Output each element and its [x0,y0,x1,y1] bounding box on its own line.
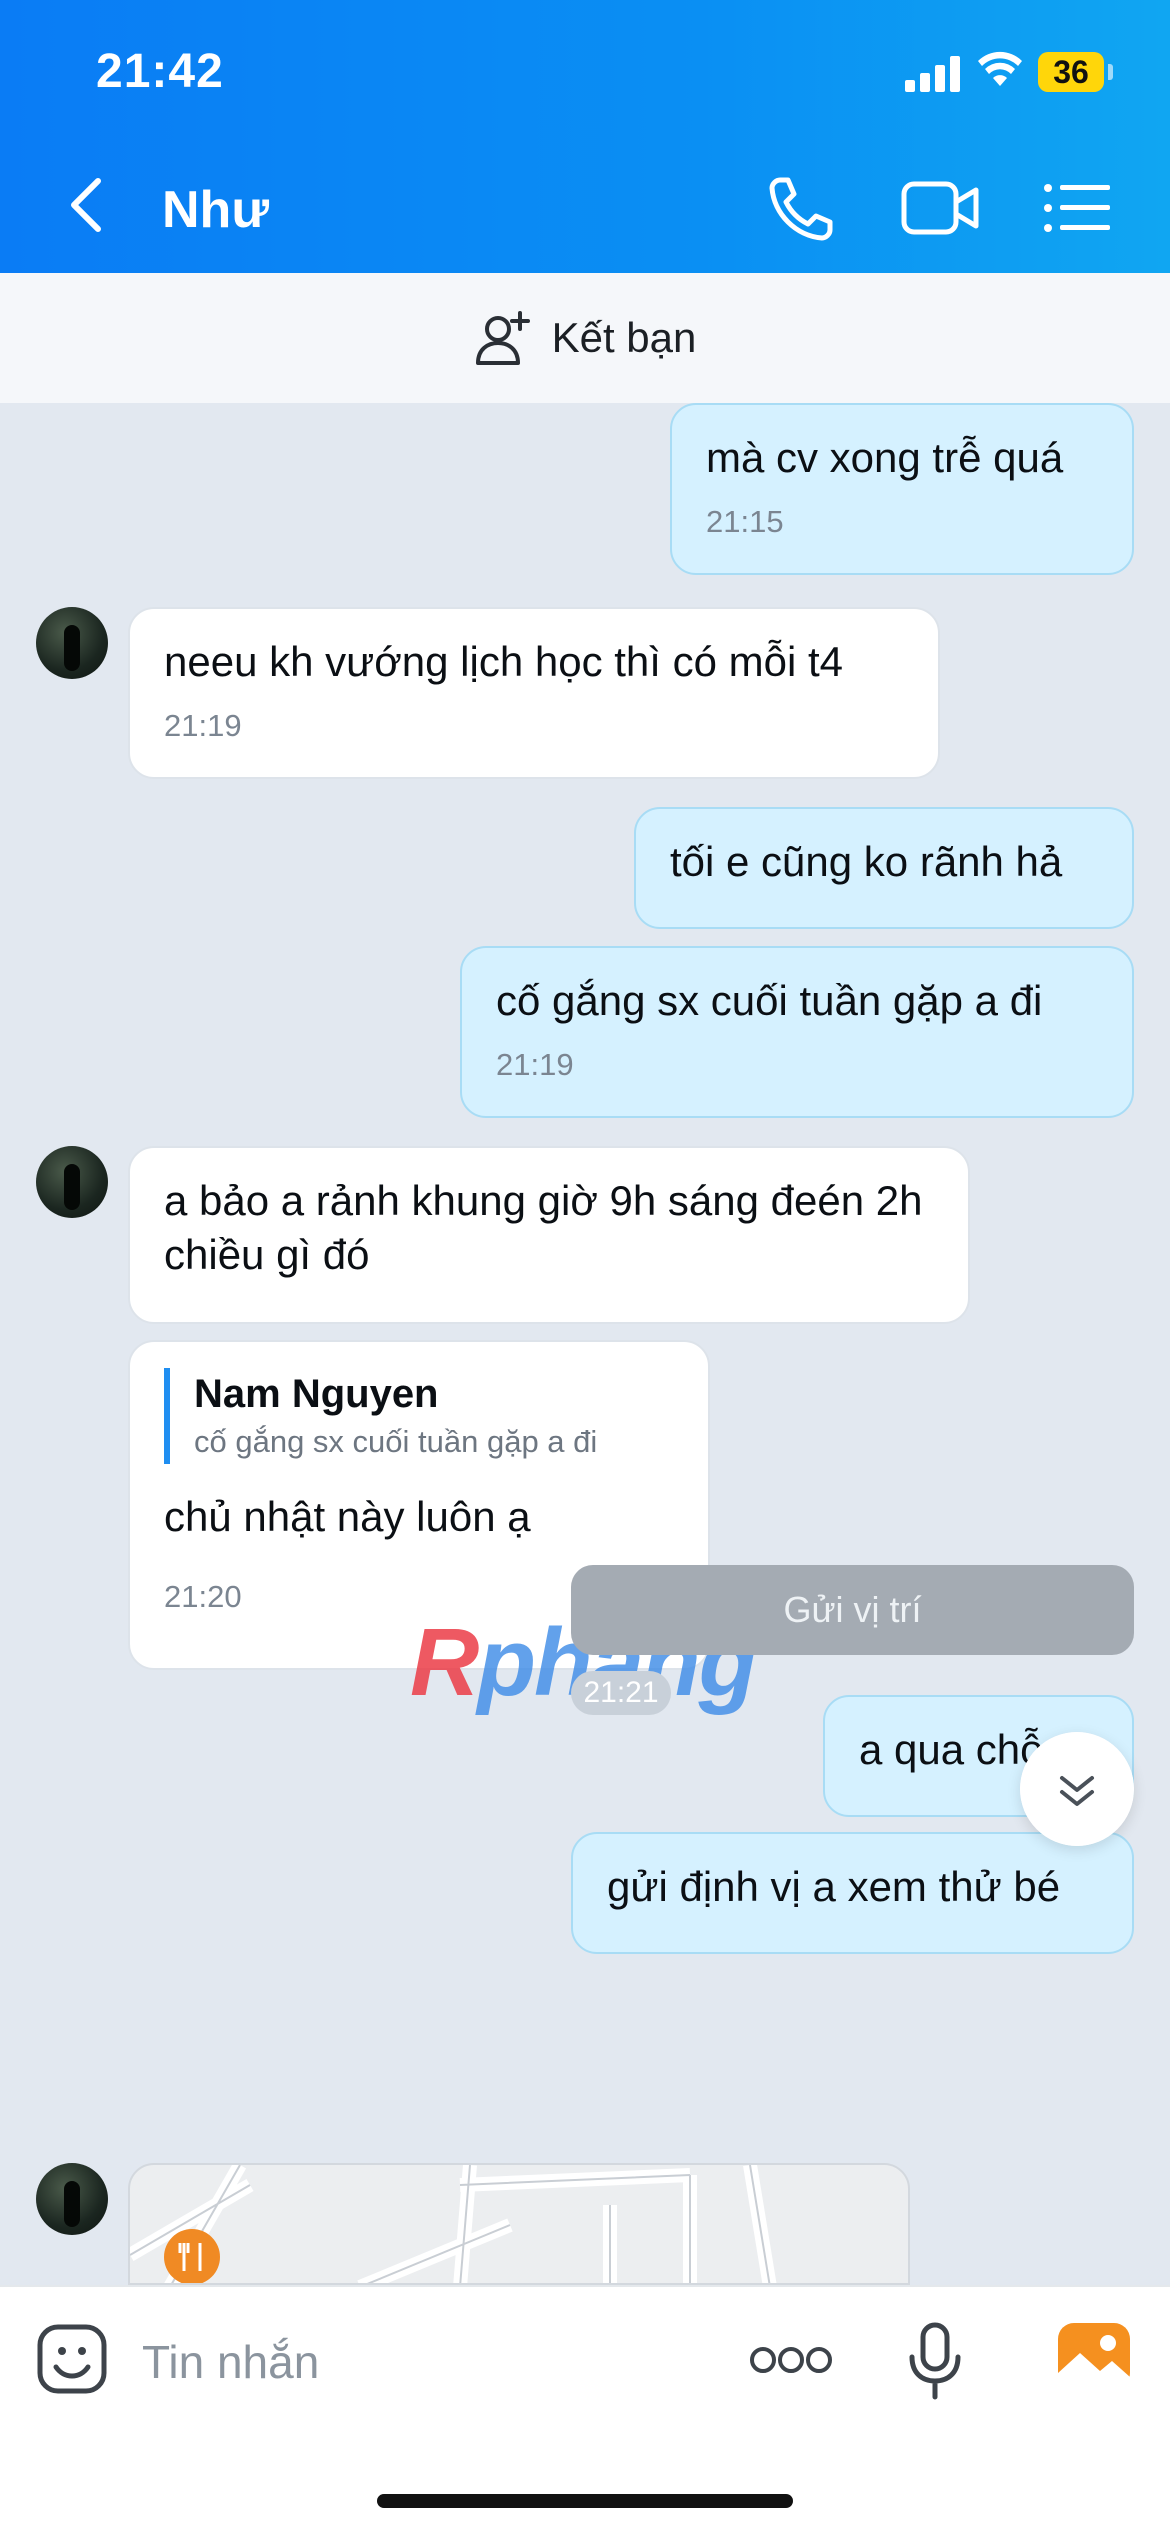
quoted-message[interactable]: Nam Nguyen cố gắng sx cuối tuần gặp a đi [164,1368,674,1464]
quote-author: Nam Nguyen [194,1372,439,1416]
conversation-title[interactable]: Như [162,180,269,240]
video-camera-icon[interactable] [900,170,980,246]
message-out[interactable]: mà cv xong trễ quá 21:15 [670,403,1134,575]
map-preview[interactable] [128,2163,910,2285]
send-location-button[interactable]: Gửi vị trí [571,1565,1134,1655]
sticker-icon[interactable] [36,2323,108,2395]
message-text: cố gắng sx cuối tuần gặp a đi [496,977,1043,1024]
list-menu-icon[interactable] [1038,170,1118,246]
phone-icon[interactable] [762,170,842,246]
message-input[interactable]: Tin nhắn [142,2335,319,2389]
status-time: 21:42 [96,45,224,98]
avatar[interactable] [36,1146,108,1218]
message-text: tối e cũng ko rãnh hả [670,838,1063,885]
quote-text: cố gắng sx cuối tuần gặp a đi [194,1424,598,1459]
message-time: 21:19 [164,708,242,743]
image-icon[interactable] [1056,2321,1132,2391]
add-friend-label: Kết bạn [551,314,697,361]
message-in[interactable]: neeu kh vướng lịch học thì có mỗi t4 21:… [128,607,940,779]
message-time: 21:19 [496,1047,574,1082]
message-out[interactable]: tối e cũng ko rãnh hả [634,807,1134,929]
avatar[interactable] [36,2163,108,2235]
message-time: 21:15 [706,504,784,539]
battery-tip [1108,64,1113,80]
message-out[interactable]: gửi định vị a xem thử bé [571,1832,1134,1954]
map-streets [130,2165,777,2283]
chevrons-down-icon[interactable] [1020,1732,1134,1846]
header: 21:42 36 Như [0,0,1170,273]
battery-icon: 36 [1038,52,1104,92]
more-dots-icon[interactable] [748,2343,834,2377]
chat-area[interactable]: mà cv xong trễ quá 21:15 neeu kh vướng l… [0,403,1170,2285]
signal-icon [905,56,961,92]
add-person-icon [475,311,530,365]
wifi-icon [978,51,1022,86]
home-indicator [377,2494,793,2508]
avatar[interactable] [36,607,108,679]
microphone-icon[interactable] [906,2321,964,2401]
message-text: chủ nhật này luôn ạ [164,1493,531,1540]
chevron-left-icon[interactable] [60,175,110,235]
message-input-bar: Tin nhắn [0,2285,1170,2532]
message-text: a bảo a rảnh khung giờ 9h sáng đeén 2h c… [164,1177,923,1278]
message-text: mà cv xong trễ quá [706,434,1064,481]
message-in[interactable]: a bảo a rảnh khung giờ 9h sáng đeén 2h c… [128,1146,970,1324]
message-text: gửi định vị a xem thử bé [607,1863,1061,1910]
add-friend-bar[interactable]: Kết bạn [0,273,1170,403]
message-text: neeu kh vướng lịch học thì có mỗi t4 [164,638,844,685]
message-out[interactable]: cố gắng sx cuối tuần gặp a đi 21:19 [460,946,1134,1118]
message-time-pill: 21:21 [571,1671,671,1715]
